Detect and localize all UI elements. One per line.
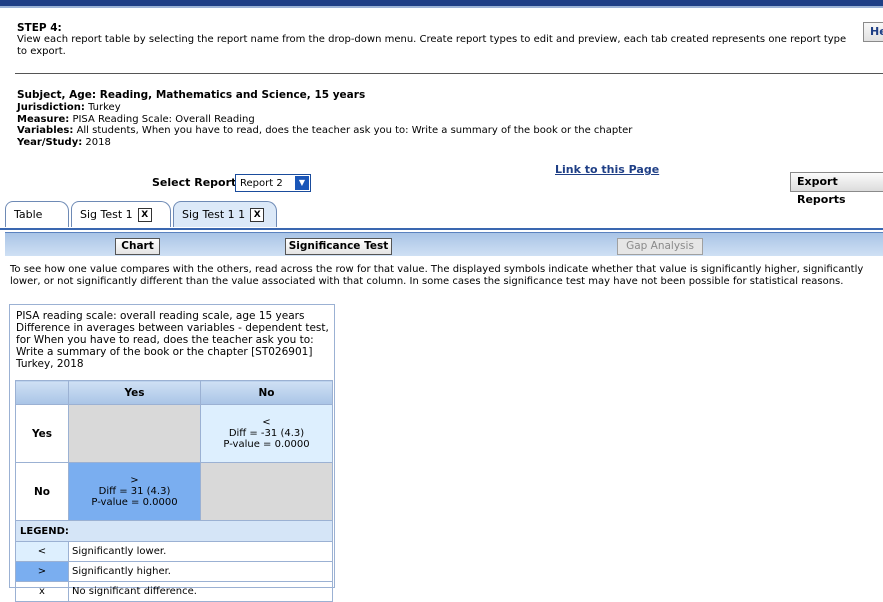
legend-text: Significantly lower. bbox=[68, 541, 333, 562]
select-report-label: Select Report: bbox=[152, 176, 241, 189]
caption-line: Difference in averages between variables… bbox=[16, 322, 329, 334]
p-value: P-value = 0.0000 bbox=[91, 497, 178, 508]
close-icon[interactable]: X bbox=[250, 208, 265, 222]
legend-row: x No significant difference. bbox=[15, 581, 333, 602]
tab-label: Sig Test 1 bbox=[80, 208, 133, 221]
legend-symbol: < bbox=[15, 541, 69, 562]
jurisdiction-value: Turkey bbox=[88, 101, 121, 113]
year-value: 2018 bbox=[85, 137, 111, 149]
legend-text: Significantly higher. bbox=[68, 561, 333, 582]
symbol-lower: < bbox=[262, 417, 271, 428]
result-cell: > Diff = 31 (4.3) P-value = 0.0000 bbox=[68, 462, 201, 521]
legend-row: > Significantly higher. bbox=[15, 561, 333, 582]
legend-symbol: x bbox=[15, 581, 69, 602]
help-button[interactable]: He bbox=[863, 22, 883, 42]
chart-button[interactable]: Chart bbox=[115, 238, 160, 255]
legend-title: LEGEND: bbox=[15, 520, 333, 542]
divider bbox=[15, 73, 883, 74]
legend-symbol: > bbox=[15, 561, 69, 582]
tab-label: Table bbox=[14, 208, 43, 221]
tabs-baseline bbox=[0, 228, 883, 230]
row-header-no: No bbox=[15, 462, 69, 521]
column-header-no: No bbox=[200, 380, 333, 405]
tab-sig-test-1-1[interactable]: Sig Test 1 1 X bbox=[173, 201, 277, 227]
header-divider bbox=[0, 6, 883, 8]
table-row: No > Diff = 31 (4.3) P-value = 0.0000 bbox=[15, 462, 333, 521]
analysis-toolbar: Chart Significance Test Gap Analysis bbox=[5, 232, 883, 256]
step-text: View each report table by selecting the … bbox=[17, 34, 847, 57]
subject-line: Subject, Age: Reading, Mathematics and S… bbox=[17, 89, 366, 101]
measure-label: Measure: bbox=[17, 113, 70, 125]
corner-cell bbox=[15, 380, 69, 405]
caption-line: PISA reading scale: overall reading scal… bbox=[16, 310, 305, 322]
step-instructions: STEP 4: View each report table by select… bbox=[17, 22, 857, 58]
step-title: STEP 4: bbox=[17, 22, 62, 34]
report-select[interactable]: Report 2 ▼ bbox=[235, 174, 311, 192]
gap-analysis-button[interactable]: Gap Analysis bbox=[617, 238, 703, 255]
report-select-value: Report 2 bbox=[240, 178, 283, 189]
jurisdiction-label: Jurisdiction: bbox=[17, 101, 85, 113]
caption-line: Turkey, 2018 bbox=[16, 358, 84, 370]
chevron-down-icon[interactable]: ▼ bbox=[295, 176, 309, 190]
tab-label: Sig Test 1 1 bbox=[182, 208, 246, 221]
symbol-higher: > bbox=[130, 475, 139, 486]
column-header-yes: Yes bbox=[68, 380, 201, 405]
diff-value: Diff = -31 (4.3) bbox=[228, 428, 305, 439]
significance-test-button[interactable]: Significance Test bbox=[285, 238, 392, 255]
result-cell: < Diff = -31 (4.3) P-value = 0.0000 bbox=[200, 404, 333, 463]
p-value: P-value = 0.0000 bbox=[223, 439, 310, 450]
empty-cell bbox=[200, 462, 333, 521]
export-reports-button[interactable]: Export Reports bbox=[790, 172, 883, 206]
variables-value: All students, When you have to read, doe… bbox=[76, 125, 633, 137]
report-info: Subject, Age: Reading, Mathematics and S… bbox=[17, 89, 633, 149]
tab-sig-test-1[interactable]: Sig Test 1 X bbox=[71, 201, 171, 227]
legend-row: < Significantly lower. bbox=[15, 541, 333, 562]
table-row: Yes < Diff = -31 (4.3) P-value = 0.0000 bbox=[15, 404, 333, 463]
significance-description: To see how one value compares with the o… bbox=[10, 264, 864, 287]
diff-value: Diff = 31 (4.3) bbox=[98, 486, 171, 497]
tab-table[interactable]: Table bbox=[5, 201, 69, 227]
close-icon[interactable]: X bbox=[137, 208, 152, 222]
significance-table: Yes No Yes < Diff = -31 (4.3) P-value = … bbox=[15, 380, 333, 602]
variables-label: Variables: bbox=[17, 125, 74, 137]
measure-value: PISA Reading Scale: Overall Reading bbox=[72, 113, 255, 125]
caption-line: Write a summary of the book or the chapt… bbox=[16, 346, 313, 358]
row-header-yes: Yes bbox=[15, 404, 69, 463]
report-tabs: Table Sig Test 1 X Sig Test 1 1 X bbox=[5, 201, 883, 229]
table-caption: PISA reading scale: overall reading scal… bbox=[16, 310, 336, 370]
link-to-page[interactable]: Link to this Page bbox=[555, 163, 659, 176]
caption-line: for When you have to read, does the teac… bbox=[16, 334, 314, 346]
empty-cell bbox=[68, 404, 201, 463]
year-label: Year/Study: bbox=[17, 137, 83, 149]
legend-text: No significant difference. bbox=[68, 581, 333, 602]
significance-table-panel: PISA reading scale: overall reading scal… bbox=[9, 304, 336, 602]
